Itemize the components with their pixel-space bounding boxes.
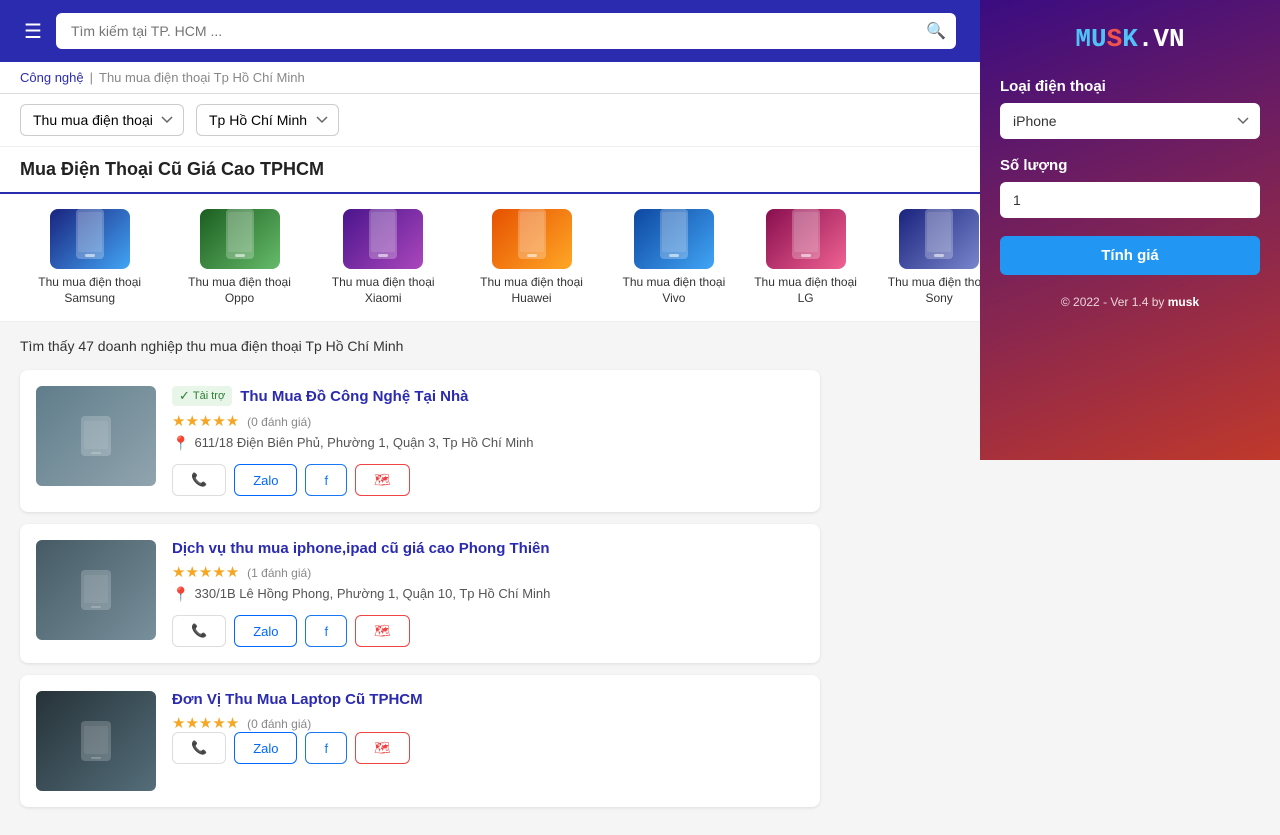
category-item[interactable]: Thu mua điện thoại Huawei (467, 209, 597, 306)
review-count: (0 đánh giá) (247, 415, 311, 429)
business-name-row: ✓ Tài trợ Thu Mua Đồ Công Nghệ Tại Nhà (172, 386, 804, 406)
category-image (634, 209, 714, 269)
sponsor-badge: ✓ Tài trợ (172, 386, 232, 406)
pin-icon: 📍 (172, 435, 189, 452)
address-row: 📍 330/1B Lê Hồng Phong, Phường 1, Quận 1… (172, 586, 804, 603)
address-text: 611/18 Điện Biên Phủ, Phường 1, Quận 3, … (194, 435, 533, 450)
business-image (36, 691, 156, 791)
action-buttons: 📞 Zalo f 🗺 (172, 732, 804, 764)
business-image (36, 540, 156, 640)
rating-row: ★★★★★ (0 đánh giá) (172, 412, 804, 430)
breadcrumb-parent[interactable]: Công nghệ (20, 70, 84, 85)
category-label: Thu mua điện thoại Vivo (616, 275, 731, 306)
business-image (36, 386, 156, 486)
location-filter[interactable]: Tp Hồ Chí Minh (196, 104, 339, 136)
map-button[interactable]: 🗺 (355, 615, 410, 647)
main-content: Tìm thấy 47 doanh nghiệp thu mua điện th… (0, 322, 840, 835)
business-name-row: Dịch vụ thu mua iphone,ipad cũ giá cao P… (172, 540, 804, 557)
phone-type-select[interactable]: iPhoneSamsungOppoXiaomiHuaweiVivoLGSonyN… (1000, 103, 1260, 139)
business-card: Dịch vụ thu mua iphone,ipad cũ giá cao P… (20, 524, 820, 663)
business-name[interactable]: Đơn Vị Thu Mua Laptop Cũ TPHCM (172, 691, 423, 708)
business-name-row: Đơn Vị Thu Mua Laptop Cũ TPHCM (172, 691, 804, 708)
rating-row: ★★★★★ (1 đánh giá) (172, 563, 804, 581)
category-label: Thu mua điện thoại Huawei (467, 275, 597, 306)
category-image (899, 209, 979, 269)
rating-row: ★★★★★ (0 đánh giá) (172, 714, 804, 732)
zalo-button[interactable]: Zalo (234, 464, 297, 496)
stars: ★★★★★ (172, 715, 239, 732)
business-info: Dịch vụ thu mua iphone,ipad cũ giá cao P… (172, 540, 804, 647)
action-buttons: 📞 Zalo f 🗺 (172, 464, 804, 496)
calc-button[interactable]: Tính giá (1000, 236, 1260, 275)
phone-button[interactable]: 📞 (172, 732, 226, 764)
map-button[interactable]: 🗺 (355, 464, 410, 496)
zalo-button[interactable]: Zalo (234, 615, 297, 647)
category-label: Thu mua điện thoại Oppo (179, 275, 299, 306)
category-image (492, 209, 572, 269)
business-info: Đơn Vị Thu Mua Laptop Cũ TPHCM ★★★★★ (0 … (172, 691, 804, 791)
quantity-label: Số lượng (1000, 157, 1260, 174)
category-image (343, 209, 423, 269)
address-text: 330/1B Lê Hồng Phong, Phường 1, Quận 10,… (194, 586, 550, 601)
review-count: (0 đánh giá) (247, 717, 311, 731)
panel-logo: MUSK.VN (1000, 24, 1260, 54)
map-button[interactable]: 🗺 (355, 732, 410, 764)
stars: ★★★★★ (172, 413, 239, 430)
pin-icon: 📍 (172, 586, 189, 603)
category-item[interactable]: Thu mua điện thoại Oppo (179, 209, 299, 306)
category-image (50, 209, 130, 269)
facebook-button[interactable]: f (305, 464, 347, 496)
search-container: 🔍 (56, 13, 956, 49)
business-card: ✓ Tài trợ Thu Mua Đồ Công Nghệ Tại Nhà ★… (20, 370, 820, 512)
phone-type-label: Loại điện thoại (1000, 78, 1260, 95)
search-input[interactable] (56, 13, 956, 49)
category-item[interactable]: Thu mua điện thoại LG (751, 209, 860, 306)
phone-button[interactable]: 📞 (172, 615, 226, 647)
category-item[interactable]: Thu mua điện thoại Xiaomi (320, 209, 447, 306)
address-row: 📍 611/18 Điện Biên Phủ, Phường 1, Quận 3… (172, 435, 804, 452)
category-label: Thu mua điện thoại Samsung (20, 275, 159, 306)
business-list: ✓ Tài trợ Thu Mua Đồ Công Nghệ Tại Nhà ★… (20, 370, 820, 807)
stars: ★★★★★ (172, 564, 239, 581)
facebook-button[interactable]: f (305, 615, 347, 647)
category-image (200, 209, 280, 269)
business-name[interactable]: Thu Mua Đồ Công Nghệ Tại Nhà (240, 388, 468, 405)
facebook-button[interactable]: f (305, 732, 347, 764)
breadcrumb-separator: | (90, 70, 93, 85)
right-panel: MUSK.VN Loại điện thoại iPhoneSamsungOpp… (980, 0, 1280, 460)
review-count: (1 đánh giá) (247, 566, 311, 580)
business-name[interactable]: Dịch vụ thu mua iphone,ipad cũ giá cao P… (172, 540, 550, 557)
type-filter[interactable]: Thu mua điện thoại (20, 104, 184, 136)
panel-footer: © 2022 - Ver 1.4 by musk (1000, 295, 1260, 309)
search-icon: 🔍 (926, 21, 946, 41)
zalo-button[interactable]: Zalo (234, 732, 297, 764)
action-buttons: 📞 Zalo f 🗺 (172, 615, 804, 647)
category-item[interactable]: Thu mua điện thoại Vivo (616, 209, 731, 306)
phone-button[interactable]: 📞 (172, 464, 226, 496)
category-label: Thu mua điện thoại Xiaomi (320, 275, 447, 306)
business-info: ✓ Tài trợ Thu Mua Đồ Công Nghệ Tại Nhà ★… (172, 386, 804, 496)
menu-button[interactable]: ☰ (20, 15, 46, 48)
breadcrumb-current: Thu mua điện thoại Tp Hồ Chí Minh (99, 70, 305, 85)
quantity-input[interactable] (1000, 182, 1260, 218)
results-count: Tìm thấy 47 doanh nghiệp thu mua điện th… (20, 338, 820, 354)
category-item[interactable]: Thu mua điện thoại Samsung (20, 209, 159, 306)
category-image (766, 209, 846, 269)
business-card: Đơn Vị Thu Mua Laptop Cũ TPHCM ★★★★★ (0 … (20, 675, 820, 807)
category-label: Thu mua điện thoại LG (751, 275, 860, 306)
